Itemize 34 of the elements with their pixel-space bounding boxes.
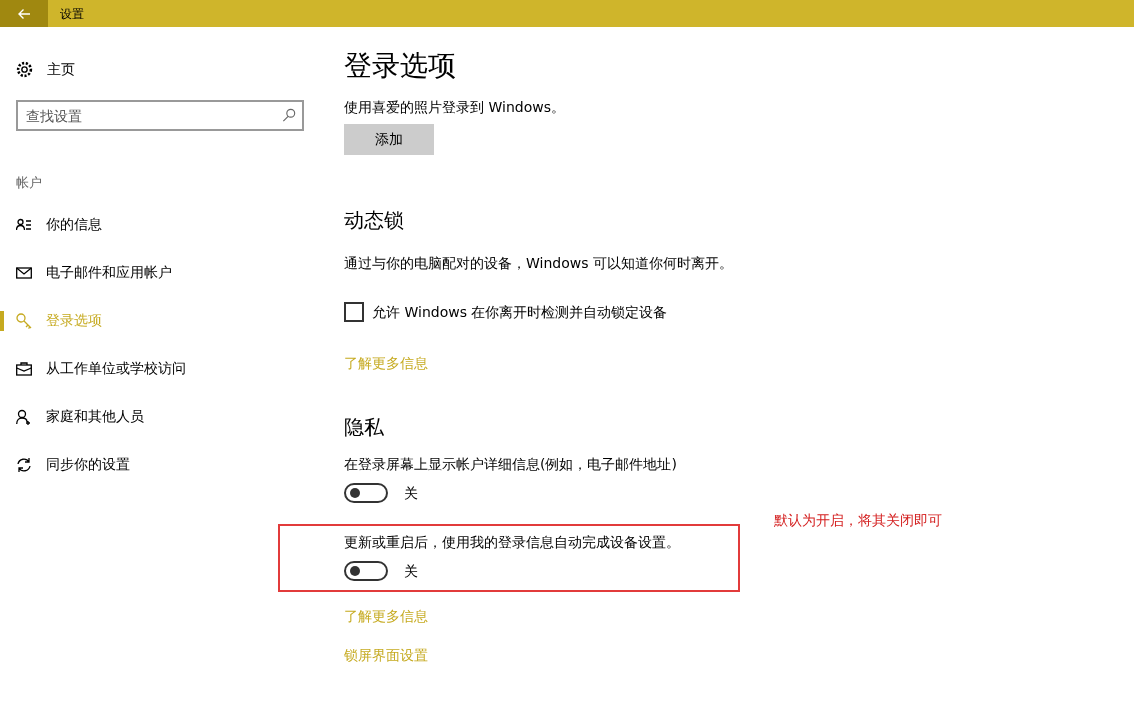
sidebar-item[interactable]: 你的信息 <box>16 200 304 249</box>
home-link[interactable]: 主页 <box>47 59 75 80</box>
checkbox[interactable] <box>344 302 364 323</box>
toggle-state: 关 <box>404 483 418 503</box>
toggle-switch[interactable] <box>344 561 388 582</box>
description-text: 使用喜爱的照片登录到 Windows。 <box>344 97 566 117</box>
section-heading: 隐私 <box>344 413 385 441</box>
setting-label: 在登录屏幕上显示帐户详细信息(例如，电子邮件地址) <box>344 454 678 474</box>
sidebar-item[interactable]: 从工作单位或学校访问 <box>16 344 304 393</box>
search-icon <box>282 108 296 122</box>
sync-icon <box>16 456 32 473</box>
description-text: 通过与你的电脑配对的设备，Windows 可以知道你何时离开。 <box>344 253 734 273</box>
settings-icon <box>16 61 33 78</box>
sidebar-item[interactable]: 家庭和其他人员 <box>16 392 304 441</box>
section-heading: 帐户 <box>16 174 43 192</box>
checkbox-label: 允许 Windows 在你离开时检测并自动锁定设备 <box>372 302 668 322</box>
section-heading: 动态锁 <box>344 206 405 234</box>
briefcase-icon <box>16 360 32 377</box>
back-button[interactable] <box>0 0 48 27</box>
annotation-text: 默认为开启，将其关闭即可 <box>774 511 942 530</box>
setting-label: 更新或重启后，使用我的登录信息自动完成设备设置。 <box>344 532 681 552</box>
envelope-icon <box>16 264 32 281</box>
search-field[interactable]: 查找设置 <box>16 100 304 131</box>
toggle-state: 关 <box>404 561 418 581</box>
page-title: 登录选项 <box>344 49 457 83</box>
person-list-icon <box>16 216 32 233</box>
sidebar-item[interactable]: 电子邮件和应用帐户 <box>16 248 304 297</box>
back-arrow-icon <box>17 7 31 20</box>
person-plus-icon <box>16 408 32 425</box>
sidebar-item[interactable]: 同步你的设置 <box>16 440 304 489</box>
window-title: 设置 <box>60 5 84 23</box>
add-button[interactable]: 添加 <box>344 123 434 155</box>
key-icon <box>16 312 32 329</box>
toggle-switch[interactable] <box>344 483 388 504</box>
